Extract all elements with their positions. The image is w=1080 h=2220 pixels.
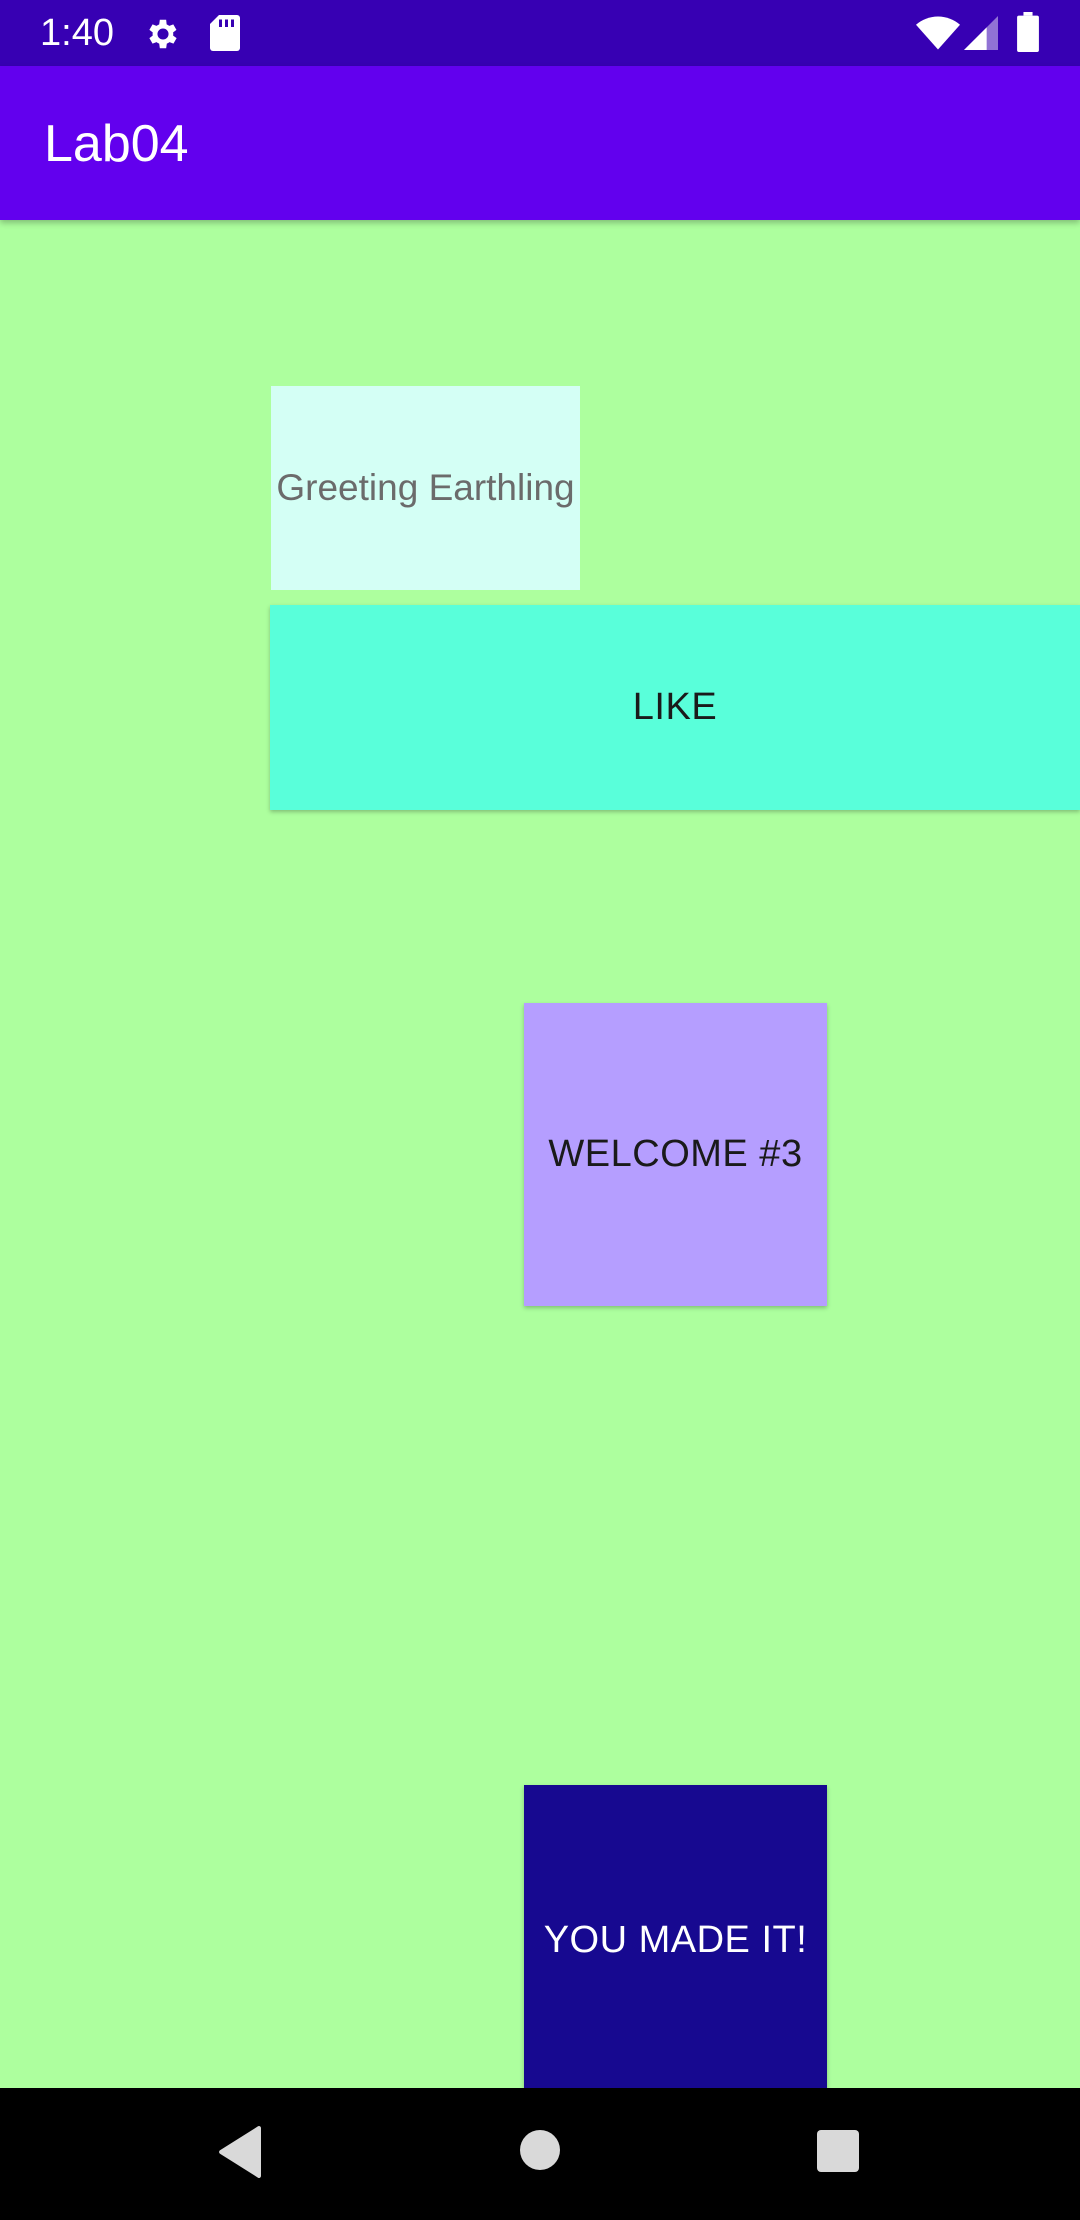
like-button-label: LIKE bbox=[632, 686, 718, 728]
main-content: Greeting Earthling LIKE WELCOME #3 YOU M… bbox=[0, 220, 1080, 2088]
signal-icon bbox=[964, 16, 998, 50]
greeting-text: Greeting Earthling bbox=[276, 467, 575, 508]
wifi-icon bbox=[916, 16, 960, 50]
welcome-button-label: WELCOME #3 bbox=[548, 1133, 803, 1175]
back-icon[interactable] bbox=[217, 2124, 263, 2180]
status-bar: 1:40 bbox=[0, 0, 1080, 66]
gear-icon bbox=[144, 15, 182, 53]
recents-icon[interactable] bbox=[817, 2130, 859, 2172]
app-title: Lab04 bbox=[44, 115, 189, 173]
home-icon[interactable] bbox=[520, 2130, 560, 2170]
you-made-it-button-label: YOU MADE IT! bbox=[543, 1918, 808, 1961]
welcome-button[interactable]: WELCOME #3 bbox=[524, 1003, 827, 1306]
status-time: 1:40 bbox=[40, 12, 114, 54]
navigation-bar bbox=[0, 2088, 1080, 2220]
you-made-it-button[interactable]: YOU MADE IT! bbox=[524, 1785, 827, 2088]
battery-icon bbox=[1017, 12, 1039, 52]
app-bar: Lab04 bbox=[0, 66, 1080, 220]
like-button[interactable]: LIKE bbox=[270, 605, 1080, 810]
greeting-text-view: Greeting Earthling bbox=[271, 386, 580, 590]
sd-card-icon bbox=[210, 15, 240, 51]
